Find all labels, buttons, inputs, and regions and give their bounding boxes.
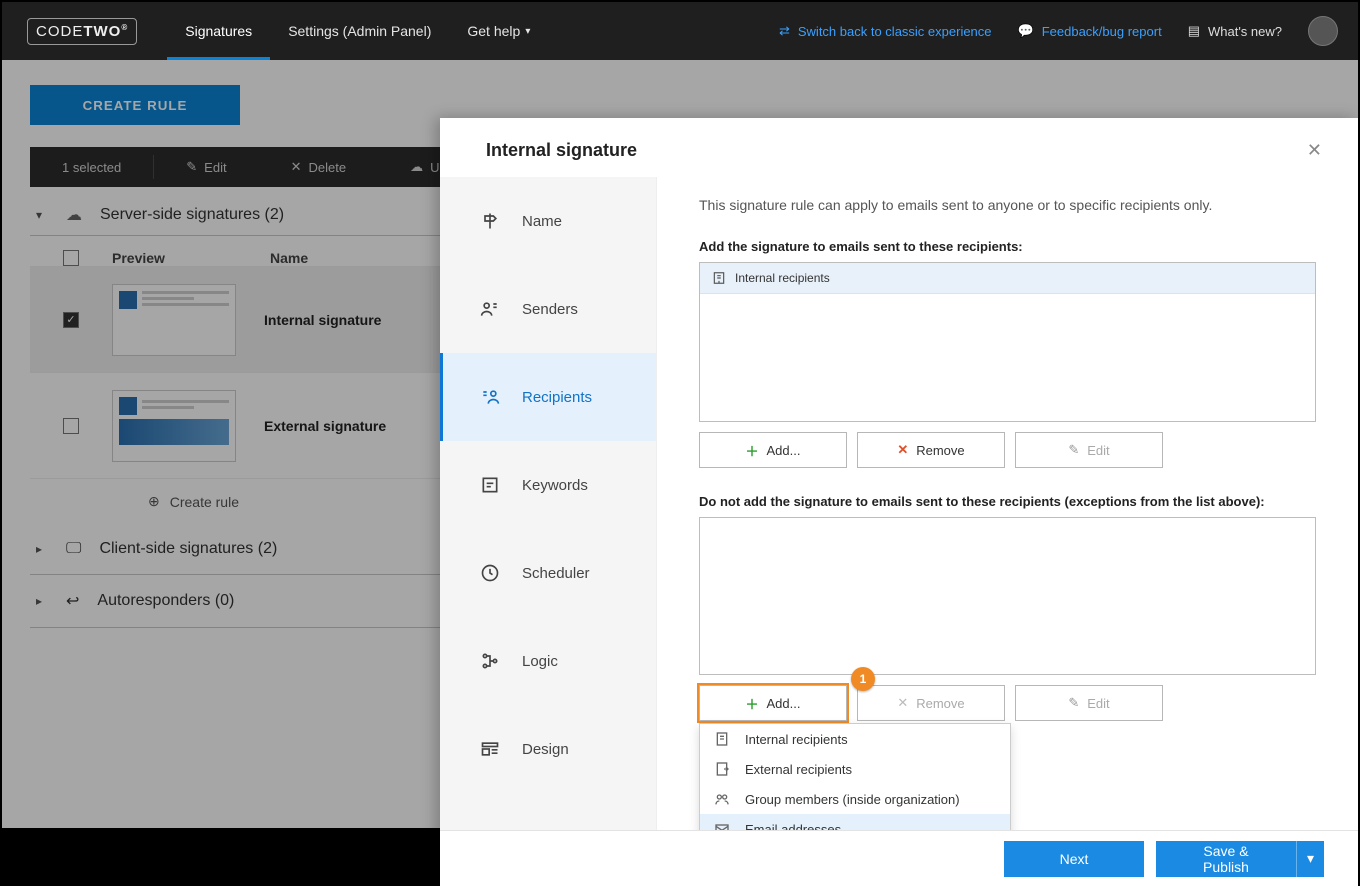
- pencil-icon: ✎: [1068, 695, 1079, 711]
- org-icon: [712, 271, 726, 285]
- step-design[interactable]: Design: [440, 705, 656, 793]
- news-icon: ▤: [1188, 23, 1200, 39]
- edit-exception-button[interactable]: ✎Edit: [1015, 685, 1163, 721]
- modal-footer: Next Save & Publish ▾: [440, 830, 1358, 886]
- add-recipient-button[interactable]: ＋Add...: [699, 432, 847, 468]
- save-publish-button[interactable]: Save & Publish: [1156, 841, 1296, 877]
- dd-item-internal[interactable]: Internal recipients: [700, 724, 1010, 754]
- recipients-listbox[interactable]: Internal recipients: [699, 262, 1316, 422]
- nav-signatures[interactable]: Signatures: [167, 2, 270, 60]
- next-button[interactable]: Next: [1004, 841, 1144, 877]
- step-senders[interactable]: Senders: [440, 265, 656, 353]
- avatar[interactable]: [1308, 16, 1338, 46]
- plus-icon: ＋: [746, 441, 759, 460]
- clock-icon: [480, 563, 500, 583]
- external-icon: [714, 761, 730, 777]
- edit-recipient-button[interactable]: ✎Edit: [1015, 432, 1163, 468]
- modal-steps-sidebar: Name Senders Recipients Keywords: [440, 177, 657, 830]
- recipients-icon: [480, 387, 500, 407]
- step-recipients[interactable]: Recipients: [440, 353, 656, 441]
- x-icon: ✕: [897, 442, 908, 458]
- x-icon: ✕: [897, 695, 908, 711]
- step-logic[interactable]: Logic: [440, 617, 656, 705]
- modal-title: Internal signature: [486, 140, 637, 161]
- keywords-icon: [480, 475, 500, 495]
- remove-exception-button[interactable]: ✕Remove: [857, 685, 1005, 721]
- modal-panel-recipients: This signature rule can apply to emails …: [657, 177, 1358, 830]
- email-icon: [714, 821, 730, 830]
- rule-modal: Internal signature ✕ Name Senders Recipi…: [440, 118, 1358, 886]
- recipient-entry[interactable]: Internal recipients: [700, 263, 1315, 294]
- group-icon: [714, 791, 730, 807]
- step-scheduler[interactable]: Scheduler: [440, 529, 656, 617]
- whats-new-link[interactable]: ▤ What's new?: [1188, 23, 1282, 39]
- pencil-icon: ✎: [1068, 442, 1079, 458]
- org-icon: [714, 731, 730, 747]
- save-publish-dropdown-button[interactable]: ▾: [1296, 841, 1324, 877]
- design-icon: [480, 739, 500, 759]
- close-icon[interactable]: ✕: [1299, 136, 1330, 165]
- annotation-marker-1: 1: [851, 667, 875, 691]
- panel-description: This signature rule can apply to emails …: [699, 197, 1316, 213]
- add-exception-button[interactable]: ＋Add...: [699, 685, 847, 721]
- top-nav: CODETWO® Signatures Settings (Admin Pane…: [2, 2, 1358, 60]
- step-name[interactable]: Name: [440, 177, 656, 265]
- logic-icon: [480, 651, 500, 671]
- dd-item-external[interactable]: External recipients: [700, 754, 1010, 784]
- chevron-down-icon: ▾: [525, 26, 530, 37]
- remove-recipient-button[interactable]: ✕Remove: [857, 432, 1005, 468]
- logo: CODETWO®: [27, 18, 137, 45]
- label-add-recipients: Add the signature to emails sent to thes…: [699, 239, 1316, 254]
- switch-classic-link[interactable]: ⇄ Switch back to classic experience: [779, 23, 992, 39]
- label-except-recipients: Do not add the signature to emails sent …: [699, 494, 1316, 509]
- chat-icon: 💬: [1018, 23, 1034, 39]
- logo-reg: ®: [121, 23, 128, 32]
- swap-icon: ⇄: [779, 23, 790, 39]
- nav-gethelp[interactable]: Get help▾: [449, 2, 548, 60]
- step-keywords[interactable]: Keywords: [440, 441, 656, 529]
- feedback-link[interactable]: 💬 Feedback/bug report: [1018, 23, 1162, 39]
- senders-icon: [480, 299, 500, 319]
- nav-settings[interactable]: Settings (Admin Panel): [270, 2, 449, 60]
- add-exception-dropdown: Internal recipients External recipients …: [699, 723, 1011, 830]
- logo-part1: CODE: [36, 23, 83, 40]
- exceptions-listbox[interactable]: [699, 517, 1316, 675]
- dd-item-group[interactable]: Group members (inside organization): [700, 784, 1010, 814]
- logo-part2: TWO: [83, 23, 121, 40]
- signpost-icon: [480, 211, 500, 231]
- plus-icon: ＋: [746, 694, 759, 713]
- dd-item-email[interactable]: Email addresses 2: [700, 814, 1010, 830]
